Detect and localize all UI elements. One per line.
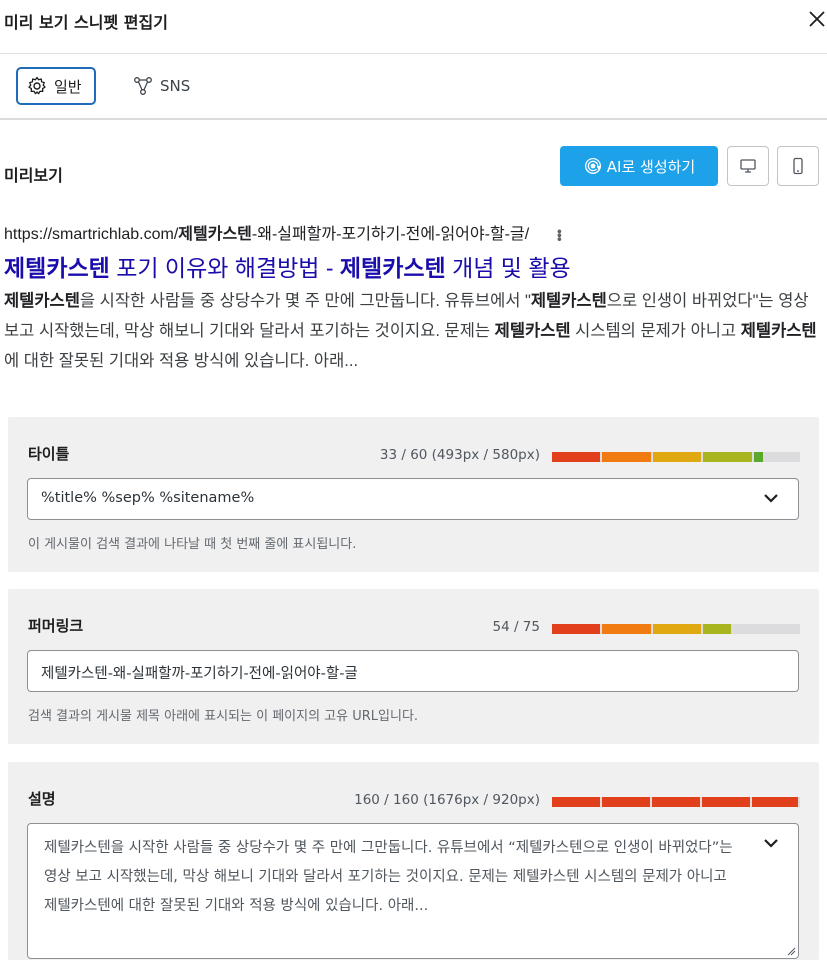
snippet-url-keyword: 제텔카스텐 [178, 226, 252, 243]
editor-header: 미리 보기 스니펫 편집기 [0, 0, 827, 54]
desktop-preview-button[interactable] [727, 146, 769, 186]
tab-sns-label: SNS [160, 77, 191, 95]
share-nodes-icon [132, 75, 154, 97]
permalink-count: 54 / 75 [492, 619, 541, 635]
description-length-meter [552, 797, 800, 807]
meter-segment [552, 797, 600, 807]
permalink-length-meter [552, 624, 800, 634]
title-label: 타이틀 [28, 445, 70, 463]
snippet-url: https://smartrichlab.com/제텔카스텐 -왜-실패할까-포기… [4, 222, 824, 248]
desc-keyword-3: 제텔카스텐 [494, 322, 571, 340]
permalink-value: 제텔카스텐-왜-실패할까-포기하기-전에-읽어야-할-글 [41, 666, 358, 682]
description-value: 제텔카스텐을 시작한 사람들 중 상당수가 몇 주 만에 그만둡니다. 유튜브에… [44, 840, 733, 914]
title-template-select[interactable]: %title% %sep% %sitename% [27, 478, 799, 520]
more-options-icon[interactable]: ••• [547, 229, 573, 241]
close-icon[interactable] [803, 4, 827, 32]
meter-segment [602, 452, 651, 462]
description-label: 설명 [28, 790, 56, 808]
meter-segment [652, 624, 702, 634]
meter-segment [602, 624, 651, 634]
tab-bar: 일반 SNS [0, 54, 827, 120]
tab-general-label: 일반 [54, 77, 82, 96]
chevron-down-icon[interactable] [762, 491, 780, 505]
snippet-title-end: 개념 및 활용 [445, 255, 571, 281]
desc-text-3: 시스템의 문제가 아니고 [570, 322, 741, 340]
search-snippet-preview: https://smartrichlab.com/제텔카스텐 -왜-실패할까-포기… [4, 222, 824, 376]
description-settings-card: 설명 160 / 160 (1676px / 920px) 제텔카스텐을 시작한… [8, 762, 819, 960]
meter-segment [652, 452, 702, 462]
description-count: 160 / 160 (1676px / 920px) [354, 792, 540, 808]
permalink-help-text: 검색 결과의 게시물 제목 아래에 표시되는 이 페이지의 고유 URL입니다. [28, 709, 419, 724]
ai-generate-button[interactable]: AI로 생성하기 [560, 146, 718, 186]
desc-keyword-1: 제텔카스텐 [4, 292, 80, 310]
tab-general[interactable]: 일반 [16, 67, 96, 105]
meter-segment [752, 797, 799, 807]
chevron-down-icon[interactable] [762, 836, 780, 850]
desc-text-4: 에 대한 잘못된 기대와 적용 방식에 있습니다. 아래... [4, 352, 359, 370]
resize-handle-icon[interactable] [786, 946, 796, 956]
preview-heading: 미리보기 [4, 166, 63, 185]
snippet-url-rest: -왜-실패할까-포기하기-전에-읽어야-할-글/ [251, 226, 530, 243]
mobile-icon [793, 157, 803, 175]
snippet-title-keyword-1: 제텔카스텐 [4, 255, 110, 281]
description-textarea[interactable]: 제텔카스텐을 시작한 사람들 중 상당수가 몇 주 만에 그만둡니다. 유튜브에… [27, 823, 799, 959]
desktop-icon [740, 159, 756, 173]
permalink-settings-card: 퍼머링크 54 / 75 제텔카스텐-왜-실패할까-포기하기-전에-읽어야-할-… [8, 589, 819, 744]
title-help-text: 이 게시물이 검색 결과에 나타날 때 첫 번째 줄에 표시됩니다. [28, 537, 357, 552]
permalink-input[interactable]: 제텔카스텐-왜-실패할까-포기하기-전에-읽어야-할-글 [27, 650, 799, 692]
meter-segment [703, 624, 731, 634]
title-count: 33 / 60 (493px / 580px) [379, 447, 540, 463]
snippet-title: 제텔카스텐 포기 이유와 해결방법 - 제텔카스텐 개념 및 활용 [4, 252, 824, 284]
meter-segment [602, 797, 650, 807]
meter-segment [652, 797, 700, 807]
snippet-description: 제텔카스텐을 시작한 사람들 중 상당수가 몇 주 만에 그만둡니다. 유튜브에… [4, 286, 819, 376]
meter-segment [552, 624, 601, 634]
desc-keyword-4: 제텔카스텐 [740, 322, 817, 340]
desc-text-1: 을 시작한 사람들 중 상당수가 몇 주 만에 그만둡니다. 유튜브에서 " [79, 292, 531, 310]
meter-segment [753, 452, 763, 462]
ai-at-icon [583, 156, 603, 176]
ai-generate-label: AI로 생성하기 [606, 157, 696, 176]
snippet-title-keyword-2: 제텔카스텐 [339, 255, 446, 281]
title-template-value: %title% %sep% %sitename% [41, 490, 255, 506]
editor-title: 미리 보기 스니펫 편집기 [4, 13, 168, 32]
title-settings-card: 타이틀 33 / 60 (493px / 580px) %title% %sep… [8, 417, 819, 572]
meter-segment [702, 797, 750, 807]
title-length-meter [552, 452, 800, 462]
meter-segment [703, 452, 752, 462]
meter-segment [552, 452, 601, 462]
mobile-preview-button[interactable] [777, 146, 819, 186]
desc-keyword-2: 제텔카스텐 [530, 292, 607, 310]
gear-icon [26, 75, 48, 97]
snippet-url-prefix: https://smartrichlab.com/ [4, 226, 179, 243]
tab-sns[interactable]: SNS [128, 67, 208, 105]
snippet-title-mid: 포기 이유와 해결방법 - [109, 255, 340, 281]
permalink-label: 퍼머링크 [28, 617, 84, 635]
